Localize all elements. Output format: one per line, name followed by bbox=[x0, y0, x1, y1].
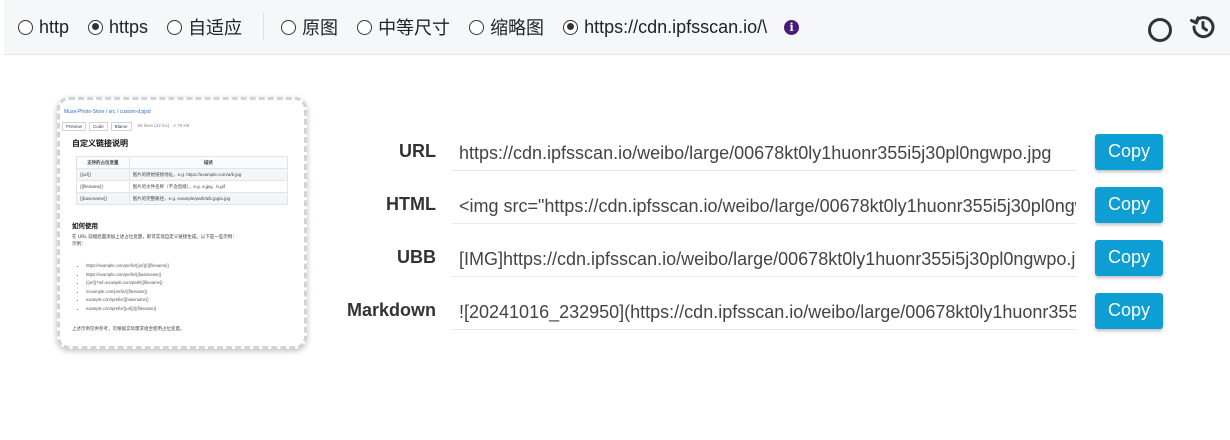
table-cell: 图片的完整路径，e.g. example/path/a/b.jpg/a.jpg bbox=[128, 192, 289, 205]
thumbnail-breadcrumb: Muse-Photo-Store / src / custom-d.pjsd bbox=[64, 109, 151, 115]
radio-circle-checked[interactable] bbox=[88, 19, 104, 35]
thumbnail-footer: 上述示例仅供参考，可根据实际需求组合使用占位变量。 bbox=[72, 327, 185, 332]
toolbar-divider bbox=[263, 13, 265, 41]
info-icon[interactable]: i bbox=[784, 19, 800, 35]
thumbnail-file-info: 58 lines (42 loc) · 2.76 KB bbox=[134, 122, 193, 131]
table-cell: 图片的文件名称（不含后缀），e.g. a.jpg、b.gif bbox=[128, 180, 289, 193]
radio-label: 自适应 bbox=[188, 18, 243, 39]
link-label: UBB bbox=[397, 247, 436, 267]
radio-label: 原图 bbox=[302, 18, 339, 39]
thumbnail-paragraph: 在 URL 前缀后面添加上述占位变量，即可实现自定义链接生成。以下是一些示例： … bbox=[72, 234, 297, 248]
radio-circle[interactable] bbox=[167, 19, 183, 35]
link-formats: URL https://cdn.ipfsscan.io/weibo/large/… bbox=[330, 125, 1163, 337]
thumbnail-example-list: https://example.com/prefix/{{url}}/{{fil… bbox=[86, 262, 169, 313]
thumbnail-tab: Code bbox=[89, 122, 108, 131]
radio-size-custom-url[interactable]: https://cdn.ipfsscan.io/\ bbox=[563, 17, 770, 38]
thumbnail-heading: 自定义链接说明 bbox=[72, 139, 128, 148]
table-cell: {{filename}} bbox=[76, 180, 130, 193]
radio-circle[interactable] bbox=[469, 19, 485, 35]
copy-url-button[interactable]: Copy bbox=[1095, 133, 1163, 170]
radio-circle[interactable] bbox=[18, 19, 33, 35]
circle-icon[interactable] bbox=[1148, 17, 1172, 42]
thumbnail-tab: Blame bbox=[110, 122, 132, 131]
table-header: 描述 bbox=[128, 156, 289, 169]
ubb-field[interactable]: [IMG]https://cdn.ipfsscan.io/weibo/large… bbox=[452, 239, 1076, 277]
table-cell: 图片的原始链接地址，e.g. https://example.com/a/b.j… bbox=[128, 168, 289, 181]
markdown-field[interactable]: ![20241016_232950](https://cdn.ipfsscan.… bbox=[452, 292, 1076, 330]
list-item: {{url}}?ref=example.com/path/{{filename}… bbox=[86, 279, 169, 288]
custom-url-label: https://cdn.ipfsscan.io/\ bbox=[584, 16, 768, 37]
examples-label: 示例： bbox=[72, 242, 86, 247]
link-label: URL bbox=[399, 141, 436, 161]
link-row-ubb: UBB [IMG]https://cdn.ipfsscan.io/weibo/l… bbox=[330, 231, 1163, 284]
options-toolbar: http https 自适应 原图 中等尺寸 缩略图 https://cdn.i… bbox=[4, 0, 1230, 55]
image-thumbnail[interactable]: Muse-Photo-Store / src / custom-d.pjsd P… bbox=[57, 97, 307, 349]
radio-size-thumbnail[interactable]: 缩略图 bbox=[469, 14, 544, 40]
thumbnail-table: 支持的占位变量 描述 {{url}} 图片的原始链接地址，e.g. https:… bbox=[76, 156, 289, 205]
radio-label: 中等尺寸 bbox=[378, 18, 451, 39]
link-row-markdown: Markdown ![20241016_232950](https://cdn.… bbox=[330, 284, 1163, 337]
radio-circle-checked[interactable] bbox=[563, 19, 579, 35]
copy-markdown-button[interactable]: Copy bbox=[1095, 292, 1163, 329]
list-item: example.com/prefix/{{url}}/{{filename}} bbox=[86, 305, 169, 314]
radio-label: 缩略图 bbox=[490, 18, 545, 39]
table-row: {{basename}} 图片的完整路径，e.g. example/path/a… bbox=[76, 192, 289, 205]
radio-protocol-http[interactable]: http bbox=[18, 17, 69, 38]
link-row-url: URL https://cdn.ipfsscan.io/weibo/large/… bbox=[330, 125, 1163, 178]
url-field[interactable]: https://cdn.ipfsscan.io/weibo/large/0067… bbox=[452, 133, 1076, 171]
link-label: Markdown bbox=[346, 300, 436, 320]
radio-circle[interactable] bbox=[281, 19, 297, 35]
radio-label: http bbox=[39, 16, 70, 37]
html-field[interactable]: <img src="https://cdn.ipfsscan.io/weibo/… bbox=[452, 186, 1076, 224]
radio-size-original[interactable]: 原图 bbox=[281, 14, 338, 40]
list-item: https://example.com/prefix/{{url}}/{{fil… bbox=[86, 262, 169, 271]
table-row: {{url}} 图片的原始链接地址，e.g. https://example.c… bbox=[76, 168, 289, 181]
table-cell: {{basename}} bbox=[76, 192, 130, 205]
history-icon[interactable] bbox=[1190, 14, 1216, 45]
radio-circle[interactable] bbox=[357, 19, 373, 35]
list-item: https://example.com/prefix/{{basename}} bbox=[86, 271, 169, 280]
list-item: //example.com/prefix/{{filename}} bbox=[86, 288, 169, 297]
table-header: 支持的占位变量 bbox=[76, 156, 130, 169]
thumbnail-tab: Preview bbox=[62, 122, 87, 131]
paragraph-text: 在 URL 前缀后面添加上述占位变量，即可实现自定义链接生成。以下是一些示例： bbox=[72, 235, 237, 240]
toolbar-actions bbox=[1148, 14, 1216, 45]
link-row-html: HTML <img src="https://cdn.ipfsscan.io/w… bbox=[330, 178, 1163, 231]
table-row: {{filename}} 图片的文件名称（不含后缀），e.g. a.jpg、b.… bbox=[76, 180, 289, 193]
link-label: HTML bbox=[386, 194, 436, 214]
radio-protocol-https[interactable]: https bbox=[88, 17, 148, 38]
radio-label: https bbox=[109, 16, 149, 37]
radio-protocol-adaptive[interactable]: 自适应 bbox=[167, 14, 242, 40]
thumbnail-tabs: Preview Code Blame 58 lines (42 loc) · 2… bbox=[62, 122, 193, 131]
thumbnail-subheading: 如何使用 bbox=[72, 222, 98, 230]
copy-html-button[interactable]: Copy bbox=[1095, 186, 1163, 223]
table-cell: {{url}} bbox=[76, 168, 130, 181]
list-item: example.com/prefix/{{basename}} bbox=[86, 296, 169, 305]
radio-size-medium[interactable]: 中等尺寸 bbox=[357, 14, 450, 40]
copy-ubb-button[interactable]: Copy bbox=[1095, 239, 1163, 276]
